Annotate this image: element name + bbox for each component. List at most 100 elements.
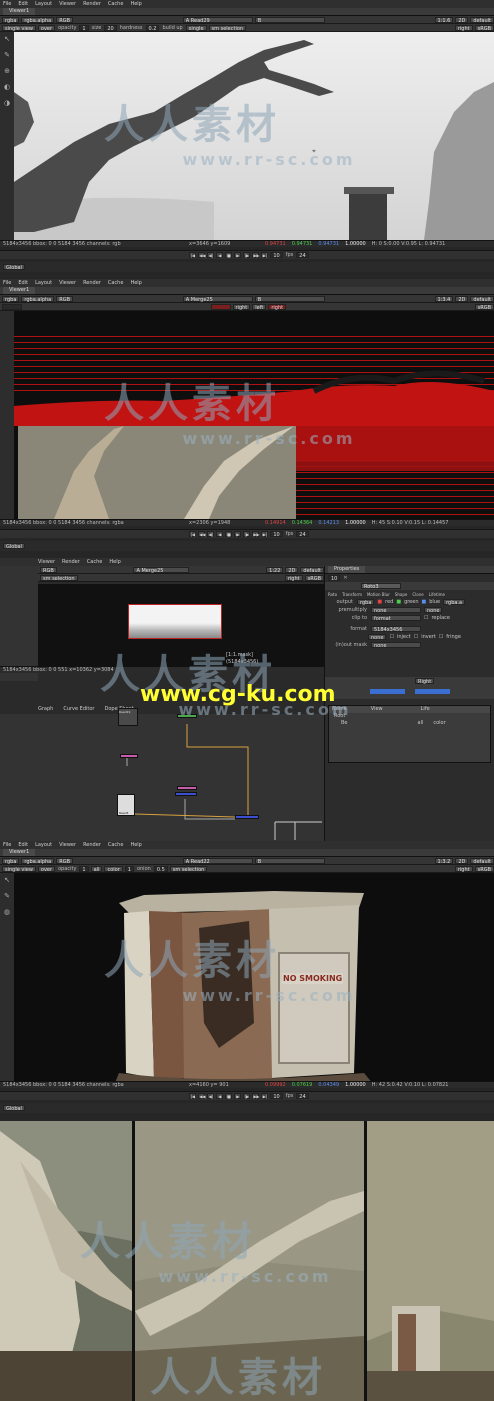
view-select[interactable]: Right — [415, 678, 435, 685]
blue-checkbox[interactable]: ■ — [422, 599, 427, 605]
menu-viewer[interactable]: Viewer — [38, 559, 55, 565]
stereo-right-indicator[interactable]: right — [268, 303, 287, 311]
onion-field[interactable]: 0.5 — [153, 865, 168, 873]
channels-select[interactable]: all — [90, 865, 103, 873]
global-range-select[interactable]: Global — [3, 264, 25, 271]
read29-node[interactable]: Read29 — [118, 708, 138, 726]
channel-alpha-select[interactable]: rgba.alpha — [21, 16, 55, 24]
tab-roto[interactable]: Roto — [328, 592, 337, 597]
size-field[interactable]: 20 — [104, 24, 117, 32]
tree-row-root[interactable]: Root — [329, 713, 490, 720]
lut-select[interactable]: default — [470, 16, 494, 24]
clone-icon[interactable]: ⊕ — [3, 67, 11, 75]
tree-row-child[interactable]: Be all color — [329, 720, 490, 727]
menu-render[interactable]: Render — [62, 559, 80, 565]
selection-select[interactable]: sm selection — [169, 865, 208, 873]
stereo-left-indicator[interactable] — [210, 303, 231, 310]
green-checkbox[interactable]: ■ — [396, 599, 401, 605]
max-panels-field[interactable]: 10 — [328, 575, 341, 582]
format-select[interactable]: 5184x3456 — [371, 626, 421, 633]
paint-mode-select[interactable]: color — [104, 865, 123, 873]
menu-layout[interactable]: Layout — [35, 1, 52, 7]
menu-edit[interactable]: Edit — [18, 842, 28, 848]
stop-icon[interactable]: ■ — [225, 1093, 233, 1099]
menu-layout[interactable]: Layout — [35, 280, 52, 286]
channel-select[interactable]: rgba — [2, 857, 20, 865]
next-key-icon[interactable]: ▶▶ — [252, 1093, 260, 1099]
step-back-icon[interactable]: ◀| — [207, 252, 215, 258]
display-channel-select[interactable]: RGB — [40, 566, 57, 574]
menu-help[interactable]: Help — [130, 842, 141, 848]
play-icon[interactable]: ▶ — [234, 531, 242, 537]
channel-alpha-select[interactable]: rgba.alpha — [21, 857, 55, 865]
menu-viewer[interactable]: Viewer — [59, 842, 76, 848]
replace-checkbox[interactable]: ☐ — [424, 615, 428, 621]
view-select[interactable]: single view — [2, 24, 36, 32]
input-a-select[interactable]: A Read29 — [182, 16, 253, 24]
first-frame-icon[interactable]: |◀ — [189, 1093, 197, 1099]
brush-mode-select[interactable]: single — [185, 24, 207, 32]
menu-help[interactable]: Help — [130, 280, 141, 286]
colorspace-select[interactable]: sRGB — [474, 24, 494, 32]
input-b-select[interactable]: B — [254, 295, 325, 303]
stereo-side-select[interactable]: right — [454, 24, 473, 32]
node-pink-2[interactable] — [177, 786, 197, 790]
roto-curve-tree[interactable]: Name View Life Root Be all color — [328, 705, 491, 763]
input-b-select[interactable]: B — [254, 857, 325, 865]
next-key-icon[interactable]: ▶▶ — [252, 531, 260, 537]
mini-viewer-canvas[interactable]: [1:1.mask] (5184x3456) — [38, 584, 324, 666]
tab-transform[interactable]: Transform — [342, 592, 362, 597]
first-frame-icon[interactable]: |◀ — [189, 531, 197, 537]
view-mode-select[interactable]: 2D — [455, 857, 469, 865]
last-frame-icon[interactable]: ▶| — [261, 531, 269, 537]
lut-select[interactable]: default — [300, 566, 325, 574]
clear-panels-icon[interactable]: ✕ — [343, 575, 347, 581]
fps-field[interactable]: 24 — [296, 1093, 309, 1100]
inject-checkbox[interactable]: ☐ — [389, 634, 393, 640]
lut-select[interactable]: default — [470, 857, 494, 865]
menu-edit[interactable]: Edit — [18, 280, 28, 286]
gain-field[interactable] — [2, 303, 22, 310]
prev-key-icon[interactable]: ◀◀ — [198, 1093, 206, 1099]
play-back-icon[interactable]: ◀ — [216, 252, 224, 258]
play-icon[interactable]: ▶ — [234, 252, 242, 258]
blend-select[interactable]: over — [37, 865, 56, 873]
colorspace-select[interactable]: sRGB — [304, 574, 324, 582]
stereo-side-select[interactable]: right — [454, 865, 473, 873]
opacity-field[interactable]: 1 — [79, 865, 89, 873]
menu-file[interactable]: File — [3, 280, 11, 286]
bezier-icon[interactable]: ✎ — [3, 892, 11, 900]
menu-render[interactable]: Render — [83, 842, 101, 848]
node-pink-1[interactable] — [120, 754, 138, 758]
channel-select[interactable]: rgba — [2, 16, 20, 24]
next-key-icon[interactable]: ▶▶ — [252, 252, 260, 258]
stereo-left-select[interactable]: left — [252, 303, 267, 311]
play-icon[interactable]: ▶ — [234, 1093, 242, 1099]
brush-icon[interactable]: ◍ — [3, 908, 11, 916]
view-mode-select[interactable]: 2D — [455, 16, 469, 24]
opacity-field[interactable]: 1 — [79, 24, 89, 32]
step-back-icon[interactable]: ◀| — [207, 1093, 215, 1099]
node-blue-1[interactable] — [175, 792, 197, 796]
mask-select[interactable]: none — [368, 634, 387, 641]
fps-field[interactable]: 24 — [296, 252, 309, 259]
node-graph[interactable]: Read29 Read3 — [0, 708, 324, 841]
invert-checkbox[interactable]: ☐ — [414, 634, 418, 640]
tab-lifetime[interactable]: Lifetime — [429, 592, 445, 597]
tab-viewer1[interactable]: Viewer1 — [3, 849, 36, 856]
frame-increment-field[interactable]: 10 — [270, 531, 283, 538]
lut-select[interactable]: default — [470, 295, 494, 303]
play-back-icon[interactable]: ◀ — [216, 1093, 224, 1099]
tab-viewer1[interactable]: Viewer1 — [3, 8, 36, 15]
step-forward-icon[interactable]: |▶ — [243, 252, 251, 258]
tab-curve-editor[interactable]: Curve Editor — [63, 706, 94, 712]
selection-select[interactable]: sm selection — [40, 574, 78, 582]
menu-layout[interactable]: Layout — [35, 842, 52, 848]
fringe-checkbox[interactable]: ☐ — [439, 634, 443, 640]
viewer-canvas-4[interactable]: NO SMOKING 人人素材 www.rr-sc.com — [14, 873, 494, 1081]
menu-edit[interactable]: Edit — [18, 1, 28, 7]
display-channel-select[interactable]: RGB — [56, 857, 74, 865]
blur-icon[interactable]: ◐ — [3, 83, 11, 91]
menu-cache[interactable]: Cache — [108, 842, 124, 848]
hardness-field[interactable]: 0.2 — [145, 24, 160, 32]
